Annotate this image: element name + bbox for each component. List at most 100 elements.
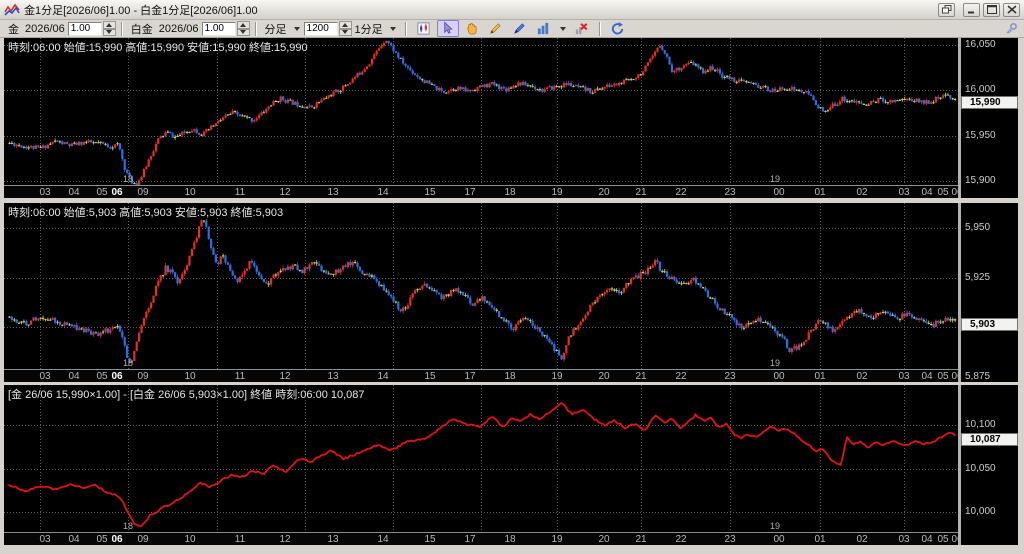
time-axis-label: 21 bbox=[635, 534, 647, 545]
platinum-label: 白金 bbox=[130, 23, 153, 36]
time-axis-label: 13 bbox=[327, 187, 339, 198]
platinum-price-axis: 5,950 5,925 5,875 5,903 bbox=[958, 203, 1018, 382]
bar-count-stepper[interactable] bbox=[338, 21, 352, 36]
time-axis-label: 04 bbox=[68, 371, 80, 382]
toolbar: 金 2026/06 白金 2026/06 分足 1分足 bbox=[0, 20, 1024, 38]
separator bbox=[254, 21, 257, 36]
time-axis-label: 13 bbox=[327, 534, 339, 545]
time-axis-label: 06 bbox=[951, 187, 958, 198]
platinum-chart-plot[interactable]: 18 19 bbox=[4, 203, 958, 369]
time-axis-label: 01 bbox=[814, 187, 826, 198]
bar-count-input[interactable] bbox=[303, 21, 338, 36]
gold-label: 金 bbox=[8, 23, 19, 36]
pen-annotate-icon[interactable] bbox=[509, 20, 531, 37]
platinum-contract-label: 2026/06 bbox=[158, 22, 199, 35]
day-marker: 19 bbox=[770, 174, 780, 184]
y-axis-label: 15,950 bbox=[965, 129, 996, 141]
time-axis-label: 11 bbox=[234, 371, 246, 382]
time-axis-label: 09 bbox=[137, 534, 149, 545]
time-axis-label: 17 bbox=[464, 371, 476, 382]
time-axis-label: 18 bbox=[504, 187, 516, 198]
close-button[interactable] bbox=[1003, 2, 1020, 17]
time-axis-label: 01 bbox=[814, 371, 826, 382]
separator bbox=[598, 21, 601, 36]
candlestick-settings-icon[interactable] bbox=[413, 20, 435, 37]
time-axis-label: 00 bbox=[773, 187, 785, 198]
time-axis-label: 17 bbox=[464, 187, 476, 198]
time-axis-label: 06 bbox=[951, 534, 958, 545]
day-marker: 18 bbox=[123, 174, 133, 184]
time-axis-label: 18 bbox=[504, 371, 516, 382]
time-axis-label: 10 bbox=[184, 534, 196, 545]
time-axis-label: 06 bbox=[111, 534, 123, 545]
time-axis-label: 23 bbox=[724, 371, 736, 382]
bar-type-dropdown[interactable] bbox=[291, 21, 304, 36]
interval-dropdown[interactable] bbox=[387, 21, 400, 36]
pencil-draw-icon[interactable] bbox=[485, 20, 507, 37]
current-price-box: 15,990 bbox=[961, 96, 1018, 110]
time-axis-label: 22 bbox=[675, 371, 687, 382]
time-axis-label: 10 bbox=[184, 371, 196, 382]
maximize-button[interactable] bbox=[983, 2, 1000, 17]
day-marker: 18 bbox=[123, 358, 133, 368]
time-axis-label: 14 bbox=[377, 371, 389, 382]
indicator-bars-icon[interactable] bbox=[533, 20, 555, 37]
time-axis-label: 23 bbox=[724, 534, 736, 545]
y-axis-label: 16,000 bbox=[965, 84, 996, 96]
indicator-dropdown[interactable] bbox=[557, 21, 570, 36]
time-axis-label: 11 bbox=[234, 534, 246, 545]
platinum-multiplier-stepper[interactable] bbox=[236, 21, 250, 36]
time-axis-label: 23 bbox=[724, 187, 736, 198]
y-axis-label: 5,875 bbox=[965, 371, 991, 382]
refresh-icon[interactable] bbox=[607, 20, 629, 37]
chart-area: 18 19 時刻:06:00 始値:15,990 高値:15,990 安値:15,… bbox=[0, 38, 1024, 554]
time-axis-label: 14 bbox=[377, 187, 389, 198]
time-axis-label: 20 bbox=[598, 534, 610, 545]
current-price-box: 5,903 bbox=[961, 318, 1018, 332]
time-axis-label: 22 bbox=[675, 534, 687, 545]
spread-time-axis: 03 04 05 06 09 10 11 12 13 14 15 17 18 19 20 21 22 23 00 01… bbox=[4, 532, 958, 545]
time-axis-label: 03 bbox=[39, 534, 51, 545]
y-axis-label: 16,050 bbox=[965, 39, 996, 50]
time-axis-label: 12 bbox=[279, 187, 291, 198]
y-axis-label: 10,050 bbox=[965, 462, 996, 474]
platinum-time-axis: 03 04 05 06 09 10 11 12 13 14 15 17 18 19 20 21 22 23 00 01… bbox=[4, 369, 958, 382]
hand-pan-icon[interactable] bbox=[461, 20, 483, 37]
spread-chart-plot[interactable]: 18 19 bbox=[4, 385, 958, 532]
time-axis-label: 09 bbox=[137, 371, 149, 382]
y-axis-label: 15,900 bbox=[965, 175, 996, 186]
time-axis-label: 06 bbox=[951, 371, 958, 382]
new-window-button[interactable] bbox=[938, 2, 955, 17]
gold-multiplier-stepper[interactable] bbox=[102, 21, 116, 36]
gold-time-axis: 03 04 05 06 09 10 11 12 13 14 15 17 18 19 20 21 22 23 00 01… bbox=[4, 185, 958, 198]
time-axis-label: 02 bbox=[856, 534, 868, 545]
cursor-select-icon[interactable] bbox=[436, 20, 459, 37]
time-axis-label: 12 bbox=[279, 534, 291, 545]
time-axis-label: 04 bbox=[68, 187, 80, 198]
time-axis-label: 00 bbox=[773, 534, 785, 545]
time-axis-label: 12 bbox=[279, 371, 291, 382]
day-marker: 19 bbox=[770, 521, 780, 531]
gold-multiplier-input[interactable] bbox=[67, 21, 102, 36]
time-axis-label: 14 bbox=[377, 534, 389, 545]
minimize-button[interactable] bbox=[963, 2, 980, 17]
delete-drawings-icon[interactable] bbox=[571, 20, 593, 37]
separator bbox=[404, 21, 407, 36]
bar-type-label: 分足 bbox=[264, 23, 287, 36]
spread-price-axis: 10,100 10,050 10,000 10,087 bbox=[958, 385, 1018, 545]
time-axis-label: 06 bbox=[111, 371, 123, 382]
time-axis-label: 01 bbox=[814, 534, 826, 545]
separator bbox=[120, 21, 123, 36]
interval-label: 1分足 bbox=[354, 23, 383, 36]
time-axis-label: 02 bbox=[856, 371, 868, 382]
time-axis-label: 18 bbox=[504, 534, 516, 545]
time-axis-label: 15 bbox=[424, 371, 436, 382]
time-axis-label: 10 bbox=[184, 187, 196, 198]
time-axis-label: 06 bbox=[111, 187, 123, 198]
time-axis-label: 19 bbox=[551, 371, 563, 382]
gold-chart-plot[interactable]: 18 19 bbox=[4, 38, 958, 185]
time-axis-label: 19 bbox=[551, 534, 563, 545]
time-axis-label: 19 bbox=[551, 187, 563, 198]
chart-window: 金1分足[2026/06]1.00 - 白金1分足[2026/06]1.00 金… bbox=[0, 0, 1024, 554]
platinum-multiplier-input[interactable] bbox=[201, 21, 236, 36]
